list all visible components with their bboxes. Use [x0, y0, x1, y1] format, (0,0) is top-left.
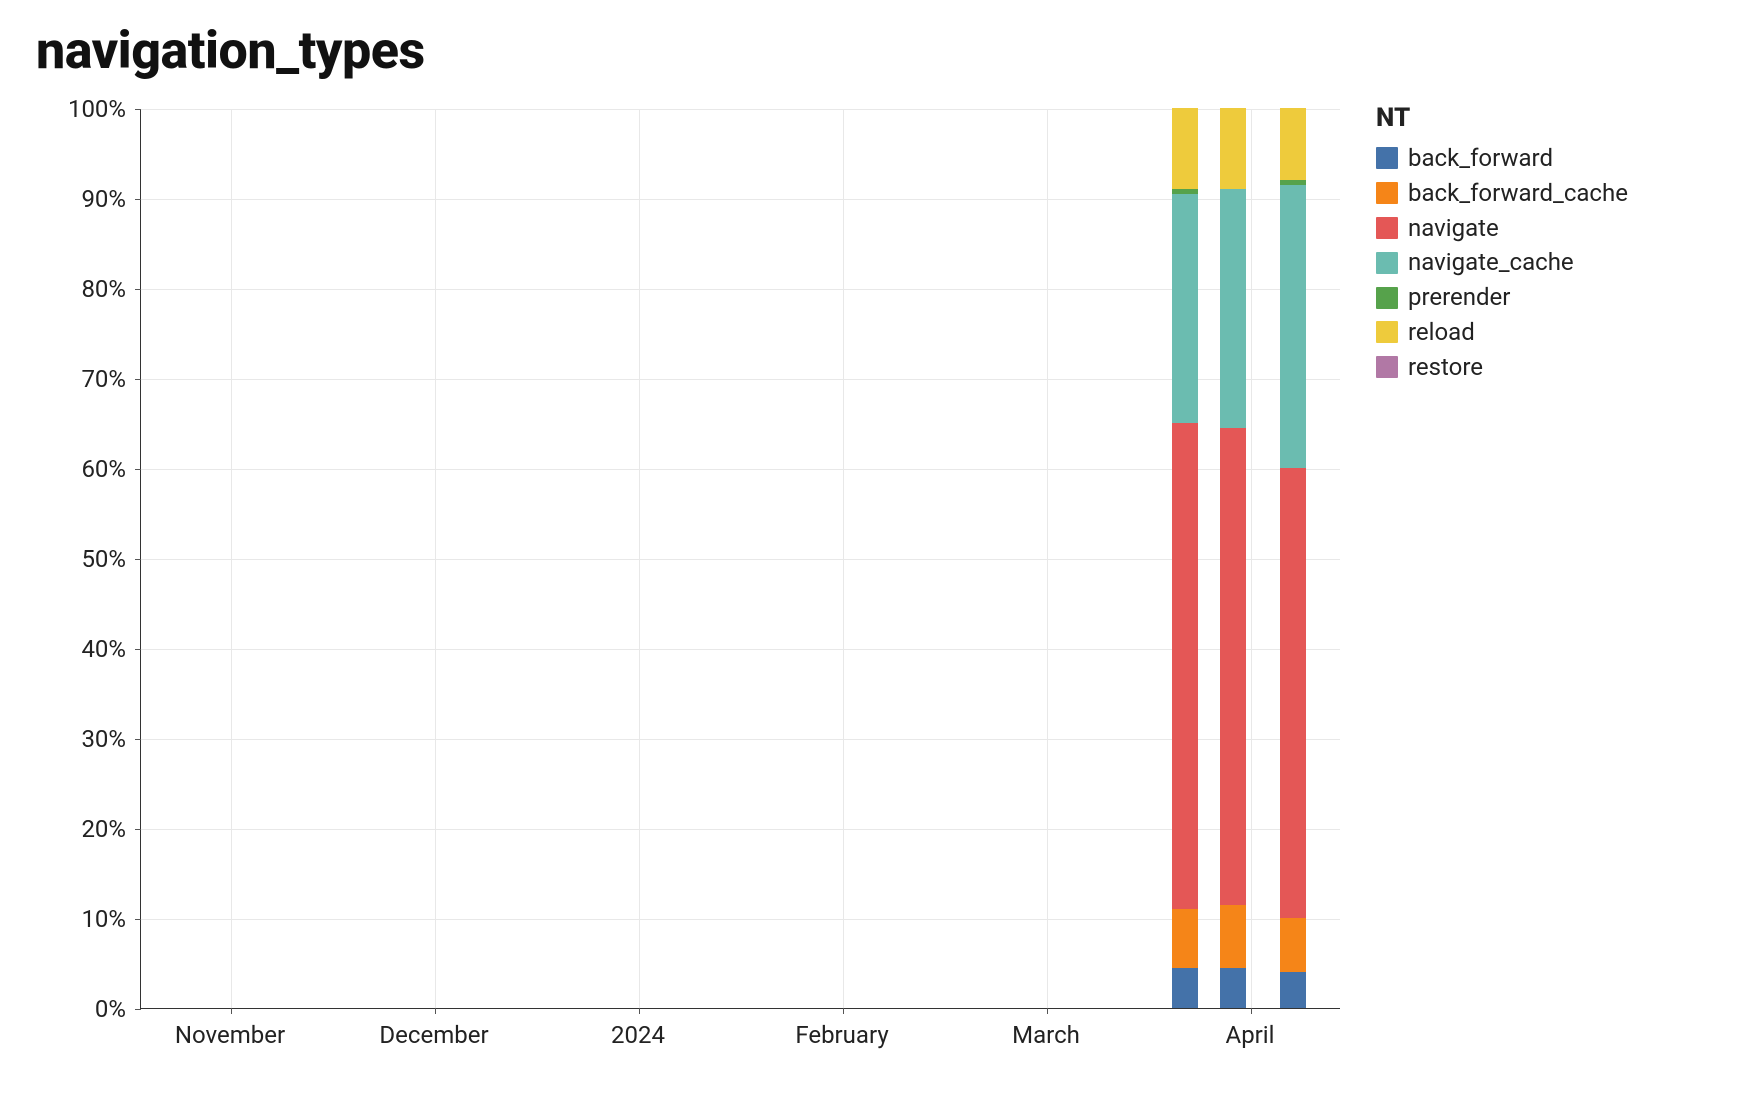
gridline-v — [1047, 109, 1048, 1008]
x-tick-label: March — [1012, 1021, 1080, 1049]
gridline-h — [141, 649, 1340, 650]
y-tick-label: 0% — [30, 995, 126, 1023]
bar-segment-navigate_cache — [1220, 189, 1246, 428]
gridline-h — [141, 739, 1340, 740]
gridline-h — [141, 829, 1340, 830]
bar-column — [1280, 108, 1306, 1008]
legend-item-navigate[interactable]: navigate — [1376, 211, 1628, 246]
x-tick-mark — [1047, 1008, 1048, 1014]
gridline-h — [141, 289, 1340, 290]
gridline-v — [639, 109, 640, 1008]
bar-column — [1172, 108, 1198, 1008]
y-tick-mark — [135, 289, 141, 290]
bar-segment-navigate — [1280, 468, 1306, 918]
bar-segment-back_forward_cache — [1220, 905, 1246, 968]
legend-label: navigate_cache — [1408, 245, 1574, 280]
legend-item-navigate_cache[interactable]: navigate_cache — [1376, 245, 1628, 280]
y-tick-mark — [135, 1009, 141, 1010]
x-tick-label: 2024 — [611, 1021, 665, 1049]
y-tick-label: 70% — [30, 365, 126, 393]
bar-segment-reload — [1280, 108, 1306, 180]
y-tick-label: 50% — [30, 545, 126, 573]
x-tick-mark — [1251, 1008, 1252, 1014]
legend-swatch — [1376, 252, 1398, 274]
x-tick-label: February — [795, 1021, 888, 1049]
bar-segment-navigate — [1172, 423, 1198, 909]
bar-column — [1220, 108, 1246, 1008]
gridline-h — [141, 559, 1340, 560]
y-tick-mark — [135, 199, 141, 200]
bar-segment-reload — [1220, 108, 1246, 189]
legend-label: back_forward — [1408, 141, 1553, 176]
y-tick-label: 10% — [30, 905, 126, 933]
x-tick-label: April — [1226, 1021, 1275, 1049]
legend-item-prerender[interactable]: prerender — [1376, 280, 1628, 315]
y-tick-mark — [135, 559, 141, 560]
legend-swatch — [1376, 356, 1398, 378]
legend: NT back_forwardback_forward_cachenavigat… — [1376, 103, 1628, 385]
bar-segment-back_forward — [1220, 968, 1246, 1009]
bar-segment-reload — [1172, 108, 1198, 189]
x-tick-mark — [435, 1008, 436, 1014]
gridline-h — [141, 919, 1340, 920]
bar-segment-navigate_cache — [1280, 185, 1306, 469]
gridline-v — [843, 109, 844, 1008]
y-tick-label: 90% — [30, 185, 126, 213]
gridline-h — [141, 469, 1340, 470]
y-tick-mark — [135, 379, 141, 380]
legend-items: back_forwardback_forward_cachenavigatena… — [1376, 141, 1628, 385]
y-tick-mark — [135, 739, 141, 740]
legend-swatch — [1376, 287, 1398, 309]
gridline-h — [141, 379, 1340, 380]
bar-segment-back_forward — [1280, 972, 1306, 1008]
legend-swatch — [1376, 217, 1398, 239]
gridline-v — [231, 109, 232, 1008]
bar-segment-navigate_cache — [1172, 194, 1198, 424]
legend-item-back_forward[interactable]: back_forward — [1376, 141, 1628, 176]
y-tick-mark — [135, 109, 141, 110]
y-tick-mark — [135, 829, 141, 830]
x-tick-mark — [639, 1008, 640, 1014]
y-tick-mark — [135, 919, 141, 920]
x-tick-label: November — [175, 1021, 285, 1049]
x-tick-mark — [843, 1008, 844, 1014]
y-tick-label: 80% — [30, 275, 126, 303]
legend-label: restore — [1408, 350, 1483, 385]
bar-segment-back_forward — [1172, 968, 1198, 1009]
y-tick-label: 20% — [30, 815, 126, 843]
x-tick-label: December — [379, 1021, 488, 1049]
legend-swatch — [1376, 321, 1398, 343]
legend-item-back_forward_cache[interactable]: back_forward_cache — [1376, 176, 1628, 211]
plot-area — [140, 109, 1340, 1009]
legend-label: navigate — [1408, 211, 1499, 246]
chart-title: navigation_types — [36, 20, 1698, 81]
y-tick-label: 100% — [30, 95, 126, 123]
y-tick-mark — [135, 649, 141, 650]
bar-segment-back_forward_cache — [1172, 909, 1198, 968]
gridline-h — [141, 109, 1340, 110]
legend-item-restore[interactable]: restore — [1376, 350, 1628, 385]
gridline-v — [435, 109, 436, 1008]
legend-swatch — [1376, 182, 1398, 204]
y-tick-label: 30% — [30, 725, 126, 753]
y-tick-label: 60% — [30, 455, 126, 483]
legend-item-reload[interactable]: reload — [1376, 315, 1628, 350]
chart-row: 0%10%20%30%40%50%60%70%80%90%100%Novembe… — [30, 99, 1698, 1059]
x-tick-mark — [231, 1008, 232, 1014]
chart-frame: 0%10%20%30%40%50%60%70%80%90%100%Novembe… — [30, 99, 1350, 1059]
legend-swatch — [1376, 147, 1398, 169]
legend-label: back_forward_cache — [1408, 176, 1628, 211]
gridline-h — [141, 199, 1340, 200]
bar-segment-navigate — [1220, 428, 1246, 905]
bar-segment-back_forward_cache — [1280, 918, 1306, 972]
y-tick-label: 40% — [30, 635, 126, 663]
legend-label: reload — [1408, 315, 1475, 350]
legend-label: prerender — [1408, 280, 1510, 315]
y-tick-mark — [135, 469, 141, 470]
gridline-v — [1251, 109, 1252, 1008]
legend-title: NT — [1376, 103, 1628, 133]
